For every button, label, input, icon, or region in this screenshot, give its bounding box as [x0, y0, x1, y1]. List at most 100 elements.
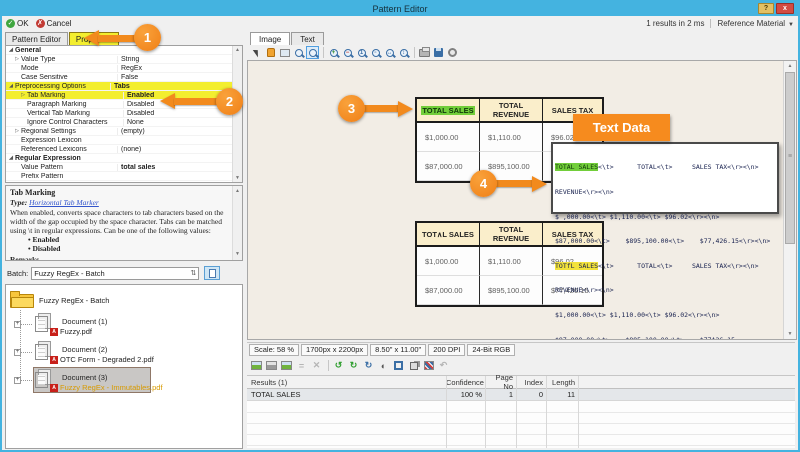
property-row-regional-settings[interactable]: ▷Regional Settings(empty) [6, 127, 242, 136]
rotate-left-icon[interactable]: ↺ [332, 359, 345, 372]
property-row-referenced-lexicons[interactable]: Referenced Lexicons(none) [6, 145, 242, 154]
refresh-icon[interactable]: ↻ [362, 359, 375, 372]
zoom-height-icon[interactable]: ↕ [397, 46, 410, 59]
property-row-expression-lexicon[interactable]: Expression Lexicon [6, 136, 242, 145]
batch-sort-icon[interactable]: ⇅ [190, 269, 196, 277]
document-image-viewport[interactable]: TOTAL SALES TOTAL REVENUE SALES TAX $1,0… [247, 60, 797, 340]
viewer-tab-strip: Image Text [250, 31, 325, 45]
save-icon[interactable] [432, 46, 445, 59]
expander-icon[interactable]: ▷ [19, 92, 27, 98]
column-confidence[interactable]: Confidence [446, 378, 485, 387]
tree-expand-icon[interactable]: + [14, 349, 21, 356]
tree-item-document-1[interactable]: + Document (1) AFuzzy.pdf [6, 311, 236, 339]
zoom-page-icon[interactable] [306, 46, 319, 59]
column-page-no[interactable]: Page No [485, 373, 516, 391]
expander-icon[interactable]: ▷ [13, 128, 21, 134]
pdf-icon: A [50, 384, 58, 392]
expander-icon[interactable]: ◢ [7, 155, 15, 161]
batch-combobox[interactable]: Fuzzy RegEx - Batch ⇅ [31, 267, 199, 280]
property-group-general[interactable]: ◢General [6, 46, 242, 55]
tab-pattern-editor[interactable]: Pattern Editor [5, 32, 68, 45]
filter-icon[interactable] [422, 359, 435, 372]
cancel-button[interactable]: ✗ Cancel [36, 19, 72, 28]
callout-badge-1: 1 [134, 24, 161, 51]
scroll-down-icon[interactable]: ▼ [233, 250, 242, 259]
column-length[interactable]: Length [546, 378, 578, 387]
property-group-regular-expression[interactable]: ◢Regular Expression [6, 154, 242, 163]
results-header[interactable]: Results (1) [247, 378, 446, 387]
result-row[interactable]: TOTAL SALES 100 % 1 0 11 [247, 389, 795, 401]
scroll-up-icon[interactable]: ▲ [233, 47, 242, 53]
scroll-down-icon[interactable]: ▼ [784, 331, 796, 337]
column-index[interactable]: Index [516, 378, 546, 387]
pattern-editor-window: Pattern Editor ? x ✓ OK ✗ Cancel 1 resul… [0, 0, 800, 452]
pdf-icon: A [50, 328, 58, 336]
tree-root-label[interactable]: Fuzzy RegEx - Batch [39, 296, 109, 305]
invert-colors-icon[interactable]: ◐ [377, 359, 390, 372]
tab-text[interactable]: Text [291, 32, 324, 45]
zoom-width-icon[interactable]: ↔ [383, 46, 396, 59]
table-header-total-sales: TOTAL SALES [417, 99, 480, 123]
reference-material-dropdown[interactable]: Reference Material▼ [717, 19, 794, 28]
ok-button[interactable]: ✓ OK [6, 19, 29, 28]
property-group-preprocessing-options[interactable]: ◢Preprocessing OptionsTabs [6, 82, 242, 91]
close-button[interactable]: x [776, 3, 794, 14]
tree-item-document-3[interactable]: + Document (3) AFuzzy RegEx - Immutables… [6, 367, 236, 395]
scroll-down-icon[interactable]: ▼ [233, 175, 242, 181]
actual-size-icon[interactable] [265, 359, 278, 372]
title-bar[interactable]: Pattern Editor ? x [2, 2, 798, 16]
scroll-up-icon[interactable]: ▲ [233, 187, 242, 196]
open-batch-button[interactable] [204, 266, 220, 280]
pointer-icon[interactable] [250, 46, 263, 59]
property-row-vertical-tab-marking[interactable]: Vertical Tab MarkingDisabled [6, 109, 242, 118]
ok-check-icon: ✓ [6, 19, 15, 28]
document-page-icon [209, 269, 216, 278]
property-row-prefix-pattern[interactable]: Prefix Pattern [6, 172, 242, 181]
zoom-selection-icon[interactable] [292, 46, 305, 59]
fit-image-icon[interactable] [250, 359, 263, 372]
crop-icon[interactable] [392, 359, 405, 372]
callout-arrow-4 [532, 176, 547, 192]
help-scrollbar[interactable]: ▲▼ [232, 186, 242, 260]
rotate-right-icon[interactable]: ↻ [347, 359, 360, 372]
expander-icon[interactable]: ◢ [7, 47, 15, 53]
help-bullet-enabled: Enabled [10, 235, 229, 244]
zoom-fit-icon[interactable]: ▫ [369, 46, 382, 59]
settings-icon[interactable] [446, 46, 459, 59]
help-button[interactable]: ? [758, 3, 774, 14]
tree-expand-icon[interactable]: + [14, 321, 21, 328]
property-row-case-sensitive[interactable]: Case SensitiveFalse [6, 73, 242, 82]
results-empty-rows [247, 402, 795, 448]
scrollbar-thumb[interactable] [785, 72, 795, 244]
scroll-up-icon[interactable]: ▲ [784, 63, 796, 69]
undo-icon[interactable]: ↶ [437, 359, 450, 372]
help-bullet-disabled: Disabled [10, 244, 229, 253]
tree-item-document-2[interactable]: + Document (2) AOTC Form - Degraded 2.pd… [6, 339, 236, 367]
scale-value: Scale: 58 % [249, 344, 299, 356]
property-row-value-pattern[interactable]: Value Patterntotal sales [6, 163, 242, 172]
pan-hand-icon[interactable] [264, 46, 277, 59]
compare-icon[interactable]: = [295, 359, 308, 372]
property-row-mode[interactable]: ModeRegEx [6, 64, 242, 73]
print-icon[interactable] [418, 46, 431, 59]
tab-image[interactable]: Image [250, 32, 290, 45]
clone-icon[interactable] [407, 359, 420, 372]
pdf-icon: A [50, 356, 58, 364]
image-vertical-scrollbar[interactable]: ▲ ▼ [783, 61, 796, 339]
zoom-out-icon[interactable]: − [341, 46, 354, 59]
text-data-popup: TOTAL SALES<\t> TOTAL<\t> SALES TAX<\r><… [551, 142, 779, 214]
expander-icon[interactable]: ◢ [7, 83, 15, 89]
property-row-value-type[interactable]: ▷Value TypeString [6, 55, 242, 64]
help-type-link[interactable]: Horizontal Tab Marker [29, 198, 99, 207]
tree-expand-icon[interactable]: + [14, 377, 21, 384]
window-title: Pattern Editor [372, 4, 427, 14]
zoom-actual-icon[interactable]: 1 [355, 46, 368, 59]
snapshot-icon[interactable] [278, 46, 291, 59]
edit-image-icon[interactable] [280, 359, 293, 372]
delete-icon[interactable]: ✕ [310, 359, 323, 372]
results-grid: Results (1) Confidence Page No Index Len… [247, 375, 795, 448]
expander-icon[interactable]: ▷ [13, 56, 21, 62]
image-viewer-toolbar: + − 1 ▫ ↔ ↕ [247, 45, 795, 60]
zoom-in-icon[interactable]: + [327, 46, 340, 59]
property-row-ignore-control-characters[interactable]: Ignore Control CharactersNone [6, 118, 242, 127]
